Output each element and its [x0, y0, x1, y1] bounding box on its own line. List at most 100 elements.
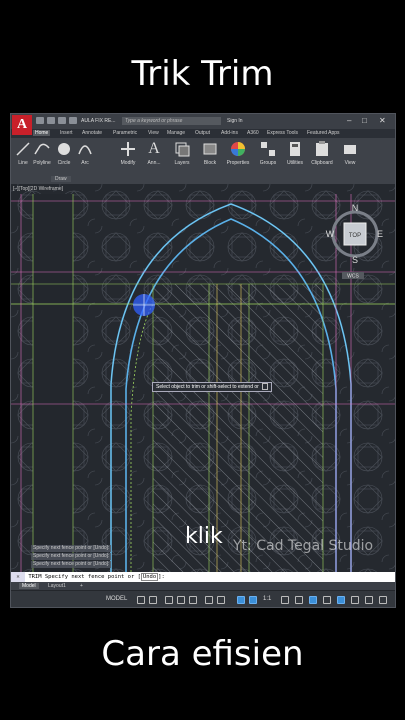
- clean-screen-icon[interactable]: [365, 596, 373, 604]
- polar-icon[interactable]: [177, 596, 185, 604]
- minimize-button[interactable]: –: [347, 116, 351, 125]
- snap-icon[interactable]: [149, 596, 157, 604]
- undo-option[interactable]: Undo: [140, 573, 159, 581]
- caption-top: Trik Trim: [131, 54, 274, 94]
- ortho-icon[interactable]: [165, 596, 173, 604]
- circle-label: Circle: [57, 160, 71, 166]
- calculator-icon: [285, 140, 305, 158]
- save-icon[interactable]: [58, 117, 66, 124]
- tab-layout1[interactable]: Layout1: [45, 583, 69, 589]
- view-icon: [342, 140, 358, 158]
- block-tool[interactable]: Block: [202, 140, 218, 166]
- clipboard-icon: [309, 140, 335, 158]
- color-wheel-icon: [224, 140, 252, 158]
- tab-annotate[interactable]: Annotate: [82, 130, 102, 136]
- view-tool[interactable]: View: [342, 140, 358, 166]
- compass-east[interactable]: E: [377, 229, 383, 239]
- command-history-line: Specify next fence point or [Undo]:: [31, 553, 112, 560]
- groups-label: Groups: [259, 160, 277, 166]
- otrack-icon[interactable]: [217, 596, 225, 604]
- hardware-acceleration-icon[interactable]: [351, 596, 359, 604]
- tab-insert[interactable]: Insert: [60, 130, 73, 136]
- block-icon: [202, 140, 218, 158]
- add-layout-button[interactable]: +: [77, 583, 86, 589]
- workspace-gear-icon[interactable]: [281, 596, 289, 604]
- annotation-tool[interactable]: A Ann...: [146, 140, 162, 166]
- utilities-tool[interactable]: Utilities: [285, 140, 305, 166]
- wcs-menu[interactable]: WCS: [347, 274, 359, 280]
- tab-express-tools[interactable]: Express Tools: [267, 130, 298, 136]
- layers-label: Layers: [174, 160, 190, 166]
- compass-south[interactable]: S: [352, 255, 358, 265]
- properties-tool[interactable]: Properties: [224, 140, 252, 166]
- arc-tool[interactable]: Arc: [78, 140, 92, 166]
- tab-add-ins[interactable]: Add-ins: [221, 130, 238, 136]
- tooltip-input[interactable]: [261, 383, 268, 391]
- command-history-line: Specify next fence point or [Undo]:: [31, 561, 112, 568]
- compass-north[interactable]: N: [352, 203, 359, 213]
- tab-a360[interactable]: A360: [247, 130, 259, 136]
- move-icon: [118, 140, 138, 158]
- annotation-scale[interactable]: 1:1: [263, 596, 271, 602]
- caption-bottom: Cara efisien: [101, 634, 304, 674]
- customization-menu-icon[interactable]: [379, 596, 387, 604]
- clipboard-tool[interactable]: Clipboard: [309, 140, 335, 166]
- line-icon: [15, 140, 31, 158]
- channel-watermark: Yt: Cad Tegal Studio: [233, 538, 374, 554]
- annotation-label: Ann...: [147, 160, 161, 166]
- drawing-viewport[interactable]: TOP N S E W WCS [–][Top][2D Wireframe] S…: [11, 184, 395, 572]
- tab-output[interactable]: Output: [195, 130, 210, 136]
- isolate-objects-icon[interactable]: [337, 596, 345, 604]
- tab-manage[interactable]: Manage: [167, 130, 185, 136]
- polyline-icon: [32, 140, 52, 158]
- command-line[interactable]: ✕ TRIM Specify next fence point or [Undo…: [11, 572, 395, 582]
- tab-parametric[interactable]: Parametric: [113, 130, 137, 136]
- maximize-button[interactable]: □: [362, 116, 367, 125]
- tab-model[interactable]: Model: [19, 583, 39, 589]
- tooltip-text: Select object to trim or shift-select to…: [156, 384, 259, 390]
- close-button[interactable]: ✕: [379, 116, 386, 125]
- layers-tool[interactable]: Layers: [173, 140, 191, 166]
- undo-icon[interactable]: [69, 117, 77, 124]
- polyline-tool[interactable]: Polyline: [32, 140, 52, 166]
- ribbon-panel: Line Polyline Circle Arc Modify A Ann...…: [11, 138, 395, 185]
- tab-view[interactable]: View: [148, 130, 159, 136]
- layout-tabs: Model Layout1 +: [11, 582, 395, 590]
- text-icon: A: [148, 140, 160, 157]
- grid-icon[interactable]: [137, 596, 145, 604]
- osnap-icon[interactable]: [205, 596, 213, 604]
- quick-properties-icon[interactable]: [323, 596, 331, 604]
- klik-overlay-text: klik: [185, 524, 223, 549]
- line-label: Line: [18, 160, 28, 166]
- modify-label: Modify: [120, 160, 136, 166]
- autocad-logo-button[interactable]: A: [12, 115, 32, 135]
- annotation-monitor-icon[interactable]: [295, 596, 303, 604]
- tab-featured-apps[interactable]: Featured Apps: [307, 130, 340, 136]
- polyline-label: Polyline: [33, 160, 51, 166]
- arc-label: Arc: [81, 160, 89, 166]
- groups-tool[interactable]: Groups: [258, 140, 278, 166]
- new-file-icon[interactable]: [36, 117, 44, 124]
- clipboard-label: Clipboard: [311, 160, 333, 166]
- command-prefix: TRIM: [28, 574, 42, 580]
- open-folder-icon[interactable]: [47, 117, 55, 124]
- isodraft-icon[interactable]: [189, 596, 197, 604]
- sign-in-button[interactable]: Sign In: [227, 118, 243, 124]
- close-command-line-icon[interactable]: ✕: [11, 572, 25, 582]
- viewcube-top-label[interactable]: TOP: [349, 233, 361, 239]
- annotation-visibility-icon[interactable]: [237, 596, 245, 604]
- auto-scale-icon[interactable]: [249, 596, 257, 604]
- line-tool[interactable]: Line: [15, 140, 31, 166]
- units-icon[interactable]: [309, 596, 317, 604]
- search-input[interactable]: Type a keyword or phrase: [122, 117, 221, 125]
- viewport-controls-label[interactable]: [–][Top][2D Wireframe]: [13, 186, 63, 192]
- modify-tool[interactable]: Modify: [118, 140, 138, 166]
- compass-west[interactable]: W: [326, 229, 335, 239]
- command-history-line: Specify next fence point or [Undo]:: [31, 545, 112, 552]
- draw-panel-label[interactable]: Draw: [51, 176, 71, 182]
- tab-home[interactable]: Home: [33, 130, 51, 136]
- drawing-canvas[interactable]: TOP N S E W WCS: [11, 184, 395, 572]
- command-prompt: Specify next fence point or: [44, 574, 135, 580]
- circle-tool[interactable]: Circle: [56, 140, 72, 166]
- model-space-toggle[interactable]: MODEL: [106, 596, 127, 602]
